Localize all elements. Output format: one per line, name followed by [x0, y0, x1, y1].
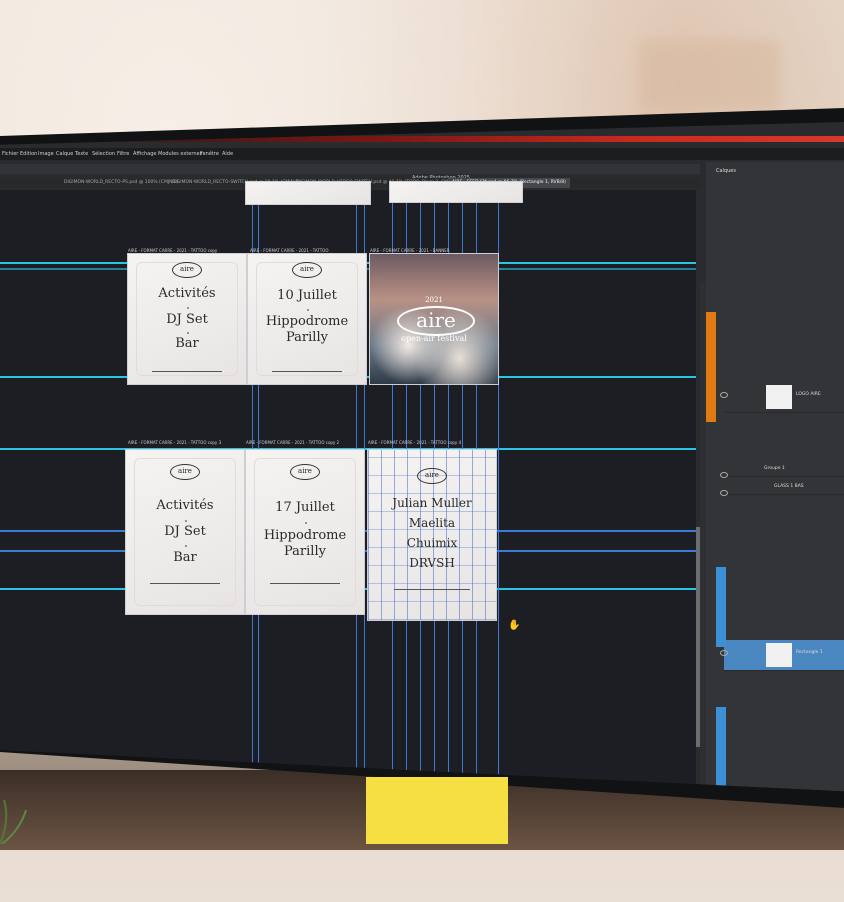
menu-bar: Fichier Edition Image Calque Texte Sélec…: [0, 148, 844, 181]
separator-dot: [185, 520, 187, 522]
layer-color-tag-orange: [706, 312, 716, 422]
menu-view[interactable]: Affichage: [133, 151, 157, 157]
aire-logo: aire: [292, 262, 322, 278]
poster-line: Bar: [173, 550, 197, 565]
options-bar: [0, 164, 700, 174]
photoshop-window: Fichier Edition Image Calque Texte Sélec…: [0, 122, 844, 792]
separator-dot: [305, 522, 307, 524]
layer-row[interactable]: GLASS 1 BAS: [720, 480, 844, 496]
eye-icon[interactable]: [720, 472, 728, 478]
tab-doc-1[interactable]: DIGIMON-WORLD_RECTO-PS.psd @ 100% (CMJN/…: [64, 180, 179, 185]
guide-vertical: [498, 200, 499, 780]
artboard-activites-2[interactable]: aire Activités DJ Set Bar: [126, 450, 244, 614]
layer-name: GLASS 1 BAS: [774, 484, 804, 489]
poster-line: Parilly: [284, 544, 326, 559]
layer-row[interactable]: LOGO AIRE: [720, 382, 844, 413]
festival-year: 2021: [425, 296, 443, 304]
artboard-label[interactable]: AIRE - FORMAT CARRE - 2021 - BANNER: [370, 248, 450, 253]
separator-dot: [187, 332, 189, 334]
ornament-line: [269, 583, 341, 584]
artboard-top-partial[interactable]: [246, 182, 370, 204]
artboard-lineup-selected[interactable]: aire Julian Muller Maelita Chuimix DRVSH: [368, 450, 496, 620]
menu-select[interactable]: Sélection: [92, 151, 115, 157]
aire-logo: aire: [172, 262, 202, 278]
layers-panel: Calques LOGO AIRE Groupe 1 GLASS 1 BAS R…: [706, 162, 844, 792]
aire-logo: aire: [170, 464, 200, 480]
poster-line: Julian Muller: [392, 496, 472, 510]
artboard-date-1[interactable]: aire 10 Juillet Hippodrome Parilly: [248, 254, 366, 384]
artboard-label[interactable]: AIRE - FORMAT CARRE - 2021 - TATTOO copy…: [246, 440, 339, 445]
separator-dot: [187, 307, 189, 309]
poster-line: Bar: [175, 336, 199, 351]
menu-layer[interactable]: Calque: [56, 151, 73, 157]
artboard-date-2[interactable]: aire 17 Juillet Hippodrome Parilly: [246, 450, 364, 614]
eye-icon[interactable]: [720, 392, 728, 398]
layer-name: Rectangle 1: [796, 650, 823, 655]
artboard-label[interactable]: AIRE - FORMAT CARRE - 2021 - TATTOO: [250, 248, 328, 253]
aire-logo: aire: [290, 464, 320, 480]
layer-thumbnail: [766, 643, 792, 667]
poster-line: DJ Set: [164, 524, 206, 539]
status-bar: [0, 862, 700, 872]
layer-name: LOGO AIRE: [796, 392, 821, 397]
poster-line: Hippodrome: [263, 528, 347, 543]
menu-edit[interactable]: Edition: [20, 151, 37, 157]
menu-file[interactable]: Fichier: [2, 151, 18, 157]
layers-panel-title[interactable]: Calques: [716, 168, 736, 174]
menu-plugins[interactable]: Modules externes: [158, 151, 202, 157]
wall-frame: [640, 40, 780, 110]
eye-icon[interactable]: [720, 490, 728, 496]
eye-icon[interactable]: [720, 650, 728, 656]
ornament-line: [151, 371, 223, 372]
layer-thumbnail: [766, 385, 792, 409]
hand-cursor-icon: ✋: [508, 620, 521, 631]
artboard-banner-photo[interactable]: 2021 aire open-air festival: [370, 254, 498, 384]
layer-row-selected[interactable]: Rectangle 1: [720, 640, 844, 671]
menu-type[interactable]: Texte: [75, 151, 88, 157]
festival-subtitle: open-air festival: [401, 334, 467, 343]
poster-line: Parilly: [286, 330, 328, 345]
aire-logo: aire: [417, 468, 447, 484]
poster-line: Chuimix: [406, 536, 458, 550]
ornament-line: [149, 583, 221, 584]
poster-line: DRVSH: [409, 556, 455, 570]
plant-leaves: [0, 799, 27, 844]
menu-image[interactable]: Image: [38, 151, 54, 157]
artboard-label[interactable]: AIRE - FORMAT CARRE - 2021 - TATTOO copy…: [368, 440, 461, 445]
poster-line: DJ Set: [166, 312, 208, 327]
artboard-label[interactable]: AIRE - FORMAT CARRE - 2021 - TATTOO copy…: [128, 440, 221, 445]
aire-logo-large: aire: [397, 306, 475, 336]
artboard-label[interactable]: AIRE - FORMAT CARRE - 2021 - TATTOO copy: [128, 248, 217, 253]
menu-filter[interactable]: Filtre: [117, 151, 129, 157]
poster-line: 17 Juillet: [275, 500, 335, 515]
menu-window[interactable]: Fenêtre: [200, 151, 219, 157]
poster-line: Maelita: [408, 516, 456, 530]
separator-dot: [185, 545, 187, 547]
poster-line: Activités: [158, 286, 216, 301]
menu-help[interactable]: Aide: [222, 151, 233, 157]
layer-color-tag-blue: [716, 567, 726, 647]
poster-line: Activités: [156, 498, 214, 513]
layer-row[interactable]: Groupe 1: [720, 462, 844, 478]
yellow-sticky-note: [366, 777, 508, 844]
artboard-top-partial[interactable]: [390, 182, 522, 202]
ornament-line: [393, 589, 471, 590]
poster-line: Hippodrome: [265, 314, 349, 329]
artboard-activites[interactable]: aire Activités DJ Set Bar: [128, 254, 246, 384]
document-canvas[interactable]: AIRE - FORMAT CARRE - 2021 - TATTOO copy…: [0, 182, 696, 790]
ornament-line: [271, 371, 343, 372]
layer-name: Groupe 1: [764, 466, 785, 471]
poster-line: 10 Juillet: [277, 288, 337, 303]
separator-dot: [307, 309, 309, 311]
